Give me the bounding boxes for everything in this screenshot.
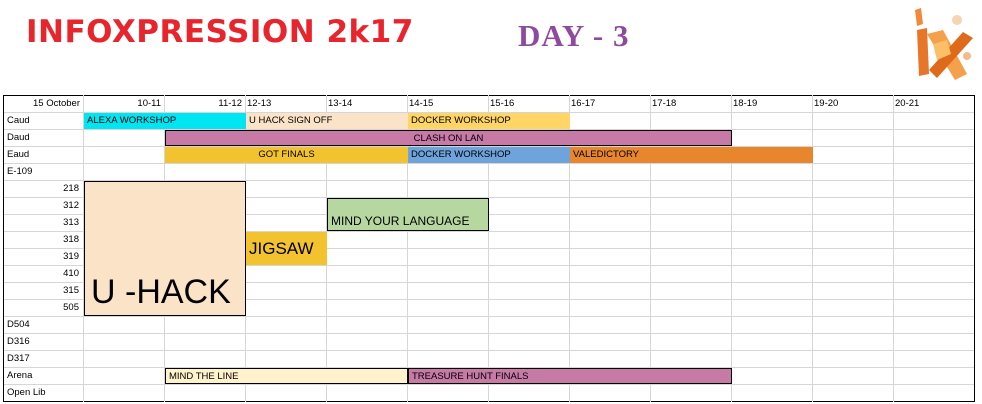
grid-line	[812, 95, 813, 402]
room-label: D316	[7, 336, 30, 347]
time-slot-header: 16-17	[571, 98, 596, 109]
event-docker1[interactable]: DOCKER WORKSHOP	[408, 113, 570, 129]
event-mind-line[interactable]: MIND THE LINE	[165, 368, 408, 384]
room-label: 218	[63, 183, 79, 194]
grid-line	[3, 333, 975, 334]
event-uhack[interactable]: U -HACK	[84, 181, 246, 316]
event-treasure[interactable]: TREASURE HUNT FINALS	[408, 368, 732, 384]
room-label: E-109	[7, 166, 33, 177]
event-uhack-signoff[interactable]: U HACK SIGN OFF	[246, 113, 408, 129]
event-got[interactable]: GOT FINALS	[165, 147, 408, 163]
room-label: 312	[63, 200, 79, 211]
room-label: Eaud	[7, 149, 30, 160]
room-label: D317	[7, 353, 30, 364]
room-label: 318	[63, 234, 79, 245]
room-label: Caud	[7, 115, 30, 126]
time-slot-header: 15-16	[490, 98, 515, 109]
room-label: Daud	[7, 132, 30, 143]
room-label: 319	[63, 251, 79, 262]
time-slot-header: 12-13	[247, 98, 272, 109]
room-label: 505	[63, 302, 79, 313]
room-label: D504	[7, 319, 30, 330]
event-docker2[interactable]: DOCKER WORKSHOP	[408, 147, 570, 163]
grid-line	[3, 350, 975, 351]
schedule-grid: 15 October 10-11 11-12 12-13 13-14 14-15 15-16…	[0, 0, 982, 404]
grid-line	[3, 401, 975, 402]
time-slot-header: 18-19	[733, 98, 758, 109]
time-slot-header: 20-21	[895, 98, 920, 109]
date-label: 15 October	[33, 98, 80, 109]
grid-line	[3, 384, 975, 385]
grid-line	[974, 95, 975, 402]
grid-line	[3, 316, 975, 317]
event-mind-language[interactable]: MIND YOUR LANGUAGE	[327, 198, 489, 231]
room-label: 313	[63, 217, 79, 228]
room-label: Open Lib	[7, 387, 46, 398]
time-slot-header: 10-11	[137, 98, 161, 109]
room-label: 410	[63, 268, 79, 279]
event-clash[interactable]: CLASH ON LAN	[165, 130, 732, 146]
grid-line	[3, 163, 975, 164]
room-label: 315	[63, 285, 79, 296]
time-slot-header: 19-20	[814, 98, 839, 109]
time-slot-header: 14-15	[409, 98, 434, 109]
time-slot-header: 11-12	[218, 98, 242, 109]
grid-line	[893, 95, 894, 402]
room-label: Arena	[7, 370, 33, 381]
time-slot-header: 13-14	[328, 98, 353, 109]
event-alexa[interactable]: ALEXA WORKSHOP	[84, 113, 246, 129]
event-jigsaw[interactable]: JIGSAW	[246, 232, 327, 265]
time-slot-header: 17-18	[652, 98, 677, 109]
event-valedictory[interactable]: VALEDICTORY	[570, 147, 813, 163]
